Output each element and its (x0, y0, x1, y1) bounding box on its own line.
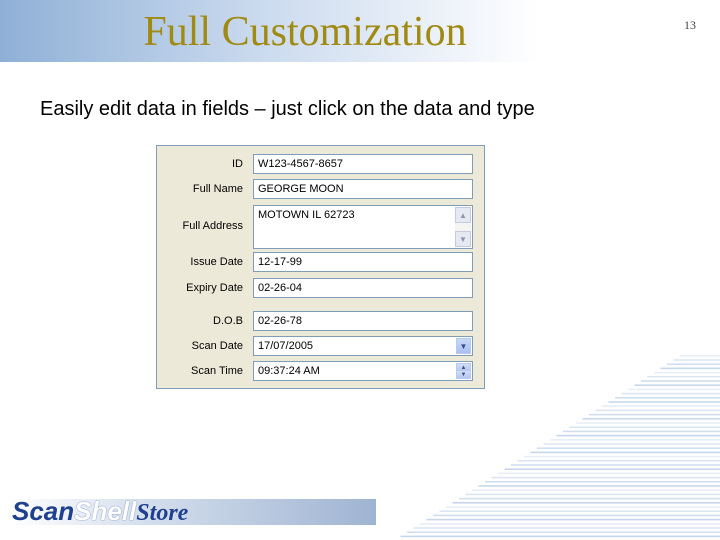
stripe-line (413, 527, 720, 529)
decorative-stripes (400, 355, 720, 538)
stripe-line (517, 460, 720, 462)
stripe-line (621, 392, 720, 395)
stripe-group (400, 355, 720, 538)
stripe-line (569, 426, 720, 428)
stripe-line (485, 481, 720, 483)
stripe-line (511, 464, 720, 466)
stripe-line (407, 531, 720, 533)
stripe-line (647, 376, 720, 378)
stripe-line (628, 388, 720, 391)
stripe-line (634, 384, 720, 386)
stripe-line (426, 518, 720, 521)
stripe-line (673, 359, 720, 361)
stripe-line (680, 355, 720, 357)
stripe-line (433, 514, 720, 517)
stripe-line (595, 409, 720, 412)
stripe-line (530, 451, 720, 454)
stripe-line (472, 489, 720, 491)
stripe-line (563, 430, 720, 433)
stripe-line (439, 510, 720, 512)
stripe-line (654, 371, 720, 374)
stripe-line (491, 476, 720, 479)
stripe-line (556, 434, 720, 437)
stripe-line (589, 413, 720, 416)
stripe-line (498, 472, 720, 475)
stripe-line (576, 422, 720, 424)
stripe-line (550, 439, 720, 441)
stripe-line (446, 506, 720, 508)
stripe-line (465, 493, 720, 496)
stripe-line (543, 443, 720, 445)
stripe-line (641, 380, 720, 382)
stripe-line (400, 535, 720, 538)
stripe-line (478, 485, 720, 487)
stripe-line (524, 455, 720, 458)
stripe-line (602, 405, 720, 407)
stripe-line (582, 418, 720, 420)
stripe-line (420, 523, 720, 525)
stripe-line (615, 397, 720, 399)
stripe-line (504, 468, 720, 470)
stripe-line (452, 502, 720, 504)
stripe-line (459, 497, 720, 500)
stripe-line (537, 447, 720, 449)
stripe-line (667, 363, 720, 365)
stripe-line (660, 367, 720, 370)
stripe-line (608, 401, 720, 403)
